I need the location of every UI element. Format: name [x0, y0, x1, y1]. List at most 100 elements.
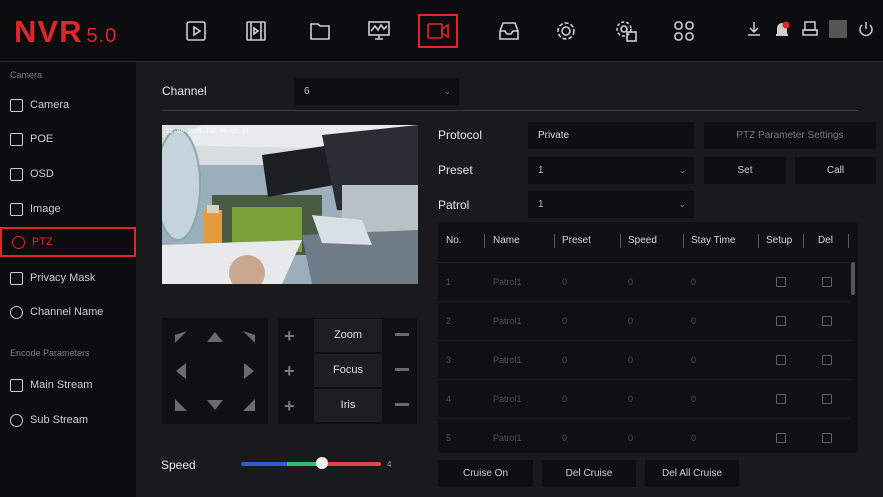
cell-preset: 0	[562, 394, 568, 404]
ptz-down-left-button[interactable]	[164, 388, 198, 422]
focus-in-button[interactable]: +	[284, 361, 295, 382]
column-header-del: Del	[818, 235, 834, 246]
table-row[interactable]: 3 Patrol1 0 0 0	[438, 340, 850, 378]
sidebar-item-poe[interactable]: POE	[0, 124, 136, 154]
preset-label: Preset	[438, 163, 473, 177]
ptz-right-button[interactable]	[232, 354, 266, 388]
edit-icon[interactable]	[776, 277, 786, 287]
chevron-down-icon: ⌄	[678, 165, 686, 175]
folder-icon[interactable]	[300, 14, 340, 48]
cell-preset: 0	[562, 277, 568, 287]
iris-open-button[interactable]: +	[284, 396, 295, 417]
channel-select[interactable]: 6 ⌄	[294, 78, 459, 105]
focus-label: Focus	[314, 354, 382, 387]
patrol-label: Patrol	[438, 198, 470, 212]
system-settings-icon[interactable]	[606, 14, 646, 48]
sidebar: Camera Camera POE OSD Image PTZ Privacy …	[0, 62, 136, 497]
del-all-cruise-button[interactable]: Del All Cruise	[645, 460, 739, 487]
storage-icon[interactable]	[489, 14, 529, 48]
trash-icon[interactable]	[822, 355, 832, 365]
settings-gear-icon[interactable]	[546, 14, 586, 48]
poe-icon	[10, 132, 23, 146]
edit-icon[interactable]	[776, 433, 786, 443]
patrol-value: 1	[538, 199, 544, 210]
focus-out-button[interactable]	[395, 368, 409, 371]
sidebar-item-label: Image	[30, 203, 61, 215]
sidebar-item-label: POE	[30, 133, 54, 145]
channel-name-icon	[10, 305, 23, 319]
sidebar-item-privacy-mask[interactable]: Privacy Mask	[0, 263, 136, 293]
speed-slider-track[interactable]	[241, 462, 381, 466]
monitor-chart-icon[interactable]	[359, 14, 399, 48]
top-bar: NVR 5.0	[0, 0, 883, 62]
sidebar-item-osd[interactable]: OSD	[0, 159, 136, 189]
alarm-icon[interactable]	[773, 20, 791, 38]
column-header-name: Name	[493, 235, 520, 246]
focus-row: + Focus	[278, 354, 417, 387]
sidebar-item-main-stream[interactable]: Main Stream	[0, 370, 136, 400]
iris-row: + Iris	[278, 389, 417, 422]
preset-select[interactable]: 1 ⌄	[528, 157, 694, 184]
table-row[interactable]: 2 Patrol1 0 0 0	[438, 301, 850, 339]
stamp-icon[interactable]	[801, 20, 819, 38]
video-clip-icon[interactable]	[236, 14, 276, 48]
trash-icon[interactable]	[822, 277, 832, 287]
column-divider	[484, 234, 485, 248]
sidebar-item-label: PTZ	[32, 236, 53, 248]
preset-set-button[interactable]: Set	[704, 157, 786, 184]
table-row[interactable]: 5 Patrol1 0 0 0	[438, 418, 850, 453]
trash-icon[interactable]	[822, 394, 832, 404]
playback-icon[interactable]	[176, 14, 216, 48]
preset-call-button[interactable]: Call	[795, 157, 876, 184]
sidebar-item-label: Camera	[30, 99, 70, 111]
column-header-stay-time: Stay Time	[691, 235, 736, 246]
column-divider	[683, 234, 684, 248]
trash-icon[interactable]	[822, 433, 832, 443]
speed-slider-handle[interactable]	[316, 457, 329, 469]
chevron-down-icon: ⌄	[678, 199, 686, 209]
table-row[interactable]: 1 Patrol1 0 0 0	[438, 262, 850, 300]
cell-stay-time: 0	[691, 277, 697, 287]
cell-name: Patrol1	[493, 355, 522, 365]
edit-icon[interactable]	[776, 394, 786, 404]
grid-apps-icon[interactable]	[664, 14, 704, 48]
ptz-parameter-settings-button[interactable]: PTZ Parameter Settings	[704, 122, 876, 149]
ptz-down-right-button[interactable]	[232, 388, 266, 422]
iris-close-button[interactable]	[395, 403, 409, 406]
logo-text: NVR	[14, 14, 83, 49]
sidebar-item-channel-name[interactable]: Channel Name	[0, 297, 136, 327]
sidebar-item-ptz[interactable]: PTZ	[0, 227, 136, 257]
zoom-out-button[interactable]	[395, 333, 409, 336]
sidebar-item-camera[interactable]: Camera	[0, 90, 136, 120]
column-divider	[758, 234, 759, 248]
protocol-label: Protocol	[438, 128, 483, 142]
speed-value: 4	[387, 460, 392, 469]
edit-icon[interactable]	[776, 316, 786, 326]
logo-version: 5.0	[86, 25, 118, 47]
ptz-icon	[12, 235, 25, 249]
sidebar-item-label: Sub Stream	[30, 414, 89, 426]
protocol-select[interactable]: Private	[528, 122, 694, 149]
column-header-speed: Speed	[628, 235, 657, 246]
del-cruise-button[interactable]: Del Cruise	[542, 460, 636, 487]
edit-icon[interactable]	[776, 355, 786, 365]
trash-icon[interactable]	[822, 316, 832, 326]
camera-icon[interactable]	[418, 14, 458, 48]
sidebar-item-sub-stream[interactable]: Sub Stream	[0, 405, 136, 435]
table-row[interactable]: 4 Patrol1 0 0 0	[438, 379, 850, 417]
ptz-up-right-button[interactable]	[232, 320, 266, 354]
table-scrollbar[interactable]	[851, 262, 855, 295]
ptz-up-button[interactable]	[198, 320, 232, 354]
ptz-center	[198, 354, 232, 388]
ptz-up-left-button[interactable]	[164, 320, 198, 354]
speed-label: Speed	[161, 458, 196, 472]
sidebar-item-image[interactable]: Image	[0, 194, 136, 224]
power-icon[interactable]	[857, 20, 875, 38]
sidebar-item-label: Channel Name	[30, 306, 104, 318]
cruise-on-button[interactable]: Cruise On	[438, 460, 533, 487]
ptz-down-button[interactable]	[198, 388, 232, 422]
patrol-select[interactable]: 1 ⌄	[528, 191, 694, 218]
download-icon[interactable]	[745, 20, 763, 38]
zoom-in-button[interactable]: +	[284, 326, 295, 347]
ptz-left-button[interactable]	[164, 354, 198, 388]
